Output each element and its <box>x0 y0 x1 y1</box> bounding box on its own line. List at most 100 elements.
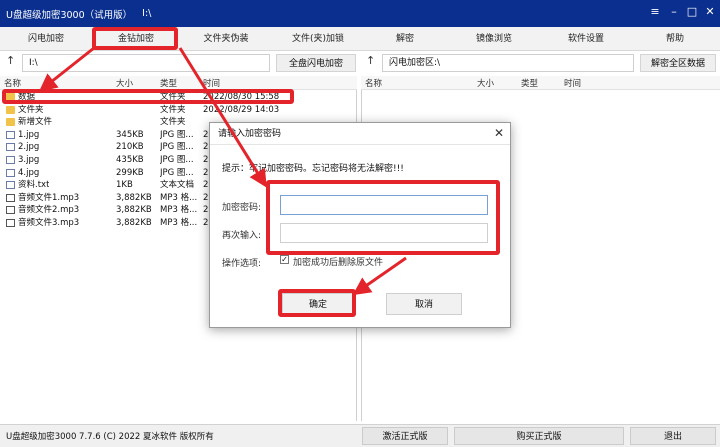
file-size: 345KB <box>116 129 144 140</box>
image-icon <box>6 130 15 139</box>
title-bar: U盘超级加密3000（试用版） I:\ <box>0 0 720 27</box>
audio-icon <box>6 206 15 215</box>
file-name: 音频文件3.mp3 <box>18 218 80 228</box>
right-up-arrow-icon[interactable]: ↑ <box>366 54 375 67</box>
file-size: 299KB <box>116 167 144 178</box>
text-icon <box>6 181 15 190</box>
decrypt-button[interactable]: 解密 <box>366 30 444 48</box>
file-time: 2022/08/29 14:03 <box>203 104 280 115</box>
audio-icon <box>6 219 15 227</box>
folder-disguise-button[interactable]: 文件夹伪装 <box>184 30 268 48</box>
exit-button[interactable]: 退出 <box>630 427 716 445</box>
audio-icon <box>6 193 15 202</box>
left-column-header: 名称 大小 类型 时间 <box>0 76 357 90</box>
file-lock-button[interactable]: 文件(夹)加锁 <box>276 30 360 48</box>
dialog-title: 请输入加密密码 <box>210 123 510 145</box>
file-type: JPG 图... <box>160 129 194 140</box>
confirm-password-field[interactable] <box>280 223 488 243</box>
ok-button[interactable]: 确定 <box>282 293 354 315</box>
activate-button[interactable]: 激活正式版 <box>362 427 448 445</box>
file-size: 435KB <box>116 155 144 165</box>
col-name[interactable]: 名称 <box>4 77 21 89</box>
cancel-button[interactable]: 取消 <box>386 293 462 315</box>
file-row[interactable]: 数据 文件夹 2022/08/30 15:58 <box>0 91 357 104</box>
status-bar: U盘超级加密3000 7.7.6 (C) 2022 夏冰软件 版权所有 激活正式… <box>0 424 720 447</box>
file-time: 2 <box>203 155 209 165</box>
image-icon <box>6 156 15 164</box>
file-type: MP3 格... <box>160 218 198 228</box>
folder-icon <box>6 105 15 114</box>
file-type: MP3 格... <box>160 205 198 216</box>
left-up-arrow-icon[interactable]: ↑ <box>6 54 15 67</box>
file-name: 资料.txt <box>18 180 50 191</box>
image-icon <box>6 168 15 177</box>
image-browse-button[interactable]: 镜像浏览 <box>452 30 536 48</box>
col-size[interactable]: 大小 <box>116 77 133 89</box>
col-time[interactable]: 时间 <box>564 77 581 89</box>
toolbar: 闪电加密 金钻加密 文件夹伪装 文件(夹)加锁 解密 镜像浏览 软件设置 帮助 <box>0 27 720 51</box>
right-path-field[interactable]: 闪电加密区:\ <box>382 54 634 72</box>
delete-source-checkbox[interactable]: ✓ <box>280 255 289 264</box>
app-title: U盘超级加密3000（试用版） <box>6 9 133 21</box>
file-time: 2 <box>203 192 209 203</box>
file-size: 1KB <box>116 180 133 191</box>
file-size: 3,882KB <box>116 192 152 203</box>
settings-button[interactable]: 软件设置 <box>544 30 628 48</box>
file-name: 数据 <box>18 92 36 102</box>
password-dialog: 请输入加密密码 ✕ 提示：牢记加密密码。忘记密码将无法解密!!! 加密密码: 再… <box>209 122 511 328</box>
file-type: 文本文档 <box>160 180 195 191</box>
file-size: 210KB <box>116 142 144 153</box>
buy-button[interactable]: 购买正式版 <box>454 427 624 445</box>
col-size[interactable]: 大小 <box>477 77 494 89</box>
file-type: 文件夹 <box>160 104 186 115</box>
title-path: I:\ <box>142 8 152 19</box>
menu-icon[interactable]: ≡ <box>647 5 663 18</box>
folder-icon <box>6 118 15 127</box>
file-time: 2 <box>203 142 209 153</box>
confirm-label: 再次输入: <box>222 231 262 241</box>
close-icon[interactable]: ✕ <box>702 5 718 18</box>
maximize-icon[interactable]: □ <box>684 5 700 18</box>
password-label: 加密密码: <box>222 203 262 213</box>
col-type[interactable]: 类型 <box>160 77 177 89</box>
file-type: 文件夹 <box>160 92 186 102</box>
help-button[interactable]: 帮助 <box>636 30 714 48</box>
col-time[interactable]: 时间 <box>203 77 220 89</box>
file-name: 文件夹 <box>18 104 44 115</box>
file-name: 音频文件2.mp3 <box>18 205 80 216</box>
file-time: 2 <box>203 129 209 140</box>
flash-encrypt-button[interactable]: 闪电加密 <box>8 30 84 48</box>
delete-source-label: 加密成功后删除原文件 <box>293 258 384 268</box>
file-type: JPG 图... <box>160 155 194 165</box>
left-path-field[interactable]: I:\ <box>22 54 270 72</box>
file-name: 1.jpg <box>18 129 40 140</box>
decrypt-all-button[interactable]: 解密全区数据 <box>640 54 716 72</box>
file-time: 2 <box>203 167 209 178</box>
dialog-hint: 提示：牢记加密密码。忘记密码将无法解密!!! <box>222 164 404 174</box>
file-type: JPG 图... <box>160 142 194 153</box>
file-name: 2.jpg <box>18 142 40 153</box>
minimize-icon[interactable]: – <box>666 5 682 18</box>
options-label: 操作选项: <box>222 259 262 269</box>
full-disk-flash-encrypt-button[interactable]: 全盘闪电加密 <box>276 54 356 72</box>
col-name[interactable]: 名称 <box>365 77 382 89</box>
file-name: 3.jpg <box>18 155 40 165</box>
file-time: 2 <box>203 205 209 216</box>
file-type: JPG 图... <box>160 167 194 178</box>
file-time: 2 <box>203 218 209 228</box>
file-type: 文件夹 <box>160 117 186 128</box>
file-name: 音频文件1.mp3 <box>18 192 80 203</box>
file-row[interactable]: 文件夹 文件夹 2022/08/29 14:03 <box>0 104 357 117</box>
dialog-close-icon[interactable]: ✕ <box>494 126 504 140</box>
version-text: U盘超级加密3000 7.7.6 (C) 2022 夏冰软件 版权所有 <box>6 432 214 442</box>
file-size: 3,882KB <box>116 205 152 216</box>
password-field[interactable] <box>280 195 488 215</box>
diamond-encrypt-button[interactable]: 金钻加密 <box>96 30 176 48</box>
file-type: MP3 格... <box>160 192 198 203</box>
col-type[interactable]: 类型 <box>521 77 538 89</box>
image-icon <box>6 143 15 152</box>
folder-icon <box>6 93 15 101</box>
file-time: 2022/08/30 15:58 <box>203 92 280 102</box>
file-name: 新增文件 <box>18 117 53 128</box>
file-time: 2 <box>203 180 209 191</box>
